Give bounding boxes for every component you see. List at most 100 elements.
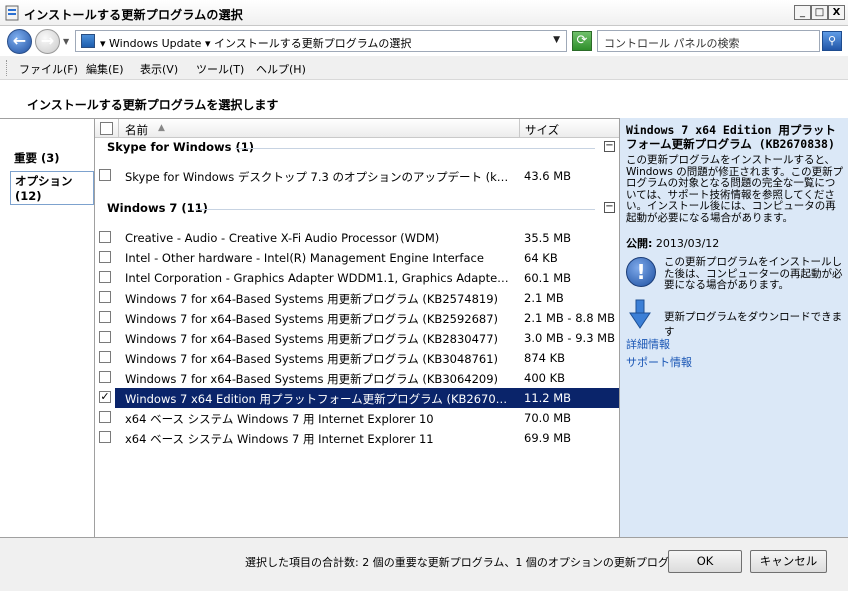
published-date: 2013/03/12: [655, 237, 720, 250]
update-row[interactable]: x64 ベース システム Windows 7 用 Internet Explor…: [99, 428, 619, 448]
update-name: Windows 7 for x64-Based Systems 用更新プログラム…: [125, 332, 499, 346]
back-button[interactable]: ←: [7, 29, 32, 54]
download-arrow-icon: [629, 299, 651, 329]
minimize-button[interactable]: _: [794, 5, 811, 20]
update-row[interactable]: Windows 7 for x64-Based Systems 用更新プログラム…: [99, 288, 619, 308]
update-size: 60.1 MB: [524, 271, 572, 285]
category-panel: 重要 (3) オプション (12): [0, 118, 95, 537]
update-row[interactable]: Windows 7 for x64-Based Systems 用更新プログラム…: [99, 308, 619, 328]
update-name: Creative - Audio - Creative X-Fi Audio P…: [125, 231, 440, 245]
column-name[interactable]: 名前: [125, 122, 148, 138]
footer-bar: 選択した項目の合計数: 2 個の重要な更新プログラム、1 個のオプションの更新プ…: [0, 537, 848, 591]
window-title: インストールする更新プログラムの選択: [24, 8, 244, 22]
update-checkbox[interactable]: [99, 251, 111, 263]
update-size: 2.1 MB: [524, 291, 564, 305]
update-checkbox-checked[interactable]: ✓: [99, 391, 111, 403]
column-separator: [118, 119, 119, 138]
update-checkbox[interactable]: [99, 169, 111, 181]
update-name: x64 ベース システム Windows 7 用 Internet Explor…: [125, 432, 434, 446]
published-info: 公開: 2013/03/12: [626, 235, 719, 251]
detail-title: Windows 7 x64 Edition 用プラットフォーム更新プログラム (…: [626, 123, 836, 151]
update-checkbox[interactable]: [99, 351, 111, 363]
detail-description: この更新プログラムをインストールすると、Windows の問題が修正されます。こ…: [626, 154, 844, 224]
column-size[interactable]: サイズ: [525, 122, 559, 138]
update-list: 名前 ▲ サイズ Skype for Windows (1) − Skype f…: [95, 118, 619, 537]
address-bar[interactable]: ▾ Windows Update ▾ インストールする更新プログラムの選択 ▼: [75, 30, 567, 52]
search-input[interactable]: コントロール パネルの検索: [597, 30, 820, 52]
search-icon[interactable]: ⚲: [822, 31, 842, 51]
update-checkbox[interactable]: [99, 291, 111, 303]
update-checkbox[interactable]: [99, 311, 111, 323]
menu-edit[interactable]: 編集(E): [86, 61, 124, 77]
download-note: 更新プログラムをダウンロードできます: [664, 311, 843, 338]
selection-summary: 選択した項目の合計数: 2 個の重要な更新プログラム、1 個のオプションの更新プ…: [245, 556, 691, 569]
update-row-selected[interactable]: ✓ Windows 7 x64 Edition 用プラットフォーム更新プログラム…: [99, 388, 619, 408]
update-size: 2.1 MB - 8.8 MB: [524, 311, 615, 325]
sort-ascending-icon: ▲: [158, 123, 165, 133]
ok-button[interactable]: OK: [668, 550, 742, 573]
address-row: ← → ▼ ▾ Windows Update ▾ インストールする更新プログラム…: [0, 26, 848, 56]
update-size: 43.6 MB: [524, 169, 572, 183]
update-row[interactable]: Intel - Other hardware - Intel(R) Manage…: [99, 248, 619, 268]
group-windows7-collapse-button[interactable]: −: [604, 202, 615, 213]
update-size: 35.5 MB: [524, 231, 572, 245]
update-row[interactable]: Intel Corporation - Graphics Adapter WDD…: [99, 268, 619, 288]
update-name: Windows 7 for x64-Based Systems 用更新プログラム…: [125, 312, 499, 326]
update-checkbox[interactable]: [99, 231, 111, 243]
update-size: 3.0 MB - 9.3 MB: [524, 331, 615, 345]
category-important[interactable]: 重要 (3): [14, 150, 60, 166]
update-checkbox[interactable]: [99, 411, 111, 423]
group-skype-collapse-button[interactable]: −: [604, 141, 615, 152]
menu-tools[interactable]: ツール(T): [196, 61, 244, 77]
more-info-link[interactable]: 詳細情報: [626, 336, 670, 352]
menu-help[interactable]: ヘルプ(H): [256, 61, 306, 77]
update-name: Windows 7 for x64-Based Systems 用更新プログラム…: [125, 352, 499, 366]
update-checkbox[interactable]: [99, 271, 111, 283]
update-size: 11.2 MB: [524, 391, 572, 405]
group-skype-title: Skype for Windows (1): [107, 140, 254, 154]
update-checkbox[interactable]: [99, 331, 111, 343]
update-row[interactable]: x64 ベース システム Windows 7 用 Internet Explor…: [99, 408, 619, 428]
update-row[interactable]: Windows 7 for x64-Based Systems 用更新プログラム…: [99, 328, 619, 348]
update-row[interactable]: Skype for Windows デスクトップ 7.3 のオプションのアップデ…: [99, 166, 619, 186]
title-bar: インストールする更新プログラムの選択 _ □ X: [0, 0, 848, 26]
update-name: Intel Corporation - Graphics Adapter WDD…: [125, 271, 513, 285]
update-row[interactable]: Windows 7 for x64-Based Systems 用更新プログラム…: [99, 368, 619, 388]
select-all-checkbox[interactable]: [100, 122, 113, 135]
breadcrumb[interactable]: ▾ Windows Update ▾ インストールする更新プログラムの選択: [100, 35, 411, 51]
update-name: Windows 7 for x64-Based Systems 用更新プログラム…: [125, 292, 499, 306]
nav-history-dropdown-icon[interactable]: ▼: [63, 37, 69, 46]
close-button[interactable]: X: [828, 5, 845, 20]
group-divider: [195, 209, 595, 210]
update-size: 874 KB: [524, 351, 566, 365]
group-divider: [235, 148, 595, 149]
refresh-button[interactable]: ⟳: [572, 31, 592, 51]
menu-view[interactable]: 表示(V): [140, 61, 178, 77]
update-checkbox[interactable]: [99, 431, 111, 443]
page-heading: インストールする更新プログラムを選択します: [27, 98, 279, 112]
group-windows7-title: Windows 7 (11): [107, 201, 208, 215]
maximize-button[interactable]: □: [811, 5, 828, 20]
update-name: Intel - Other hardware - Intel(R) Manage…: [125, 251, 484, 265]
detail-pane: Windows 7 x64 Edition 用プラットフォーム更新プログラム (…: [619, 118, 848, 537]
category-optional[interactable]: オプション (12): [10, 171, 94, 205]
windows-update-icon: [5, 5, 19, 21]
update-row[interactable]: Creative - Audio - Creative X-Fi Audio P…: [99, 228, 619, 248]
update-name: Windows 7 for x64-Based Systems 用更新プログラム…: [125, 372, 499, 386]
control-panel-icon: [81, 34, 95, 48]
published-label: 公開:: [626, 237, 653, 250]
forward-button[interactable]: →: [35, 29, 60, 54]
update-size: 400 KB: [524, 371, 566, 385]
restart-note: この更新プログラムをインストールした後は、コンピューターの再起動が必要になる場合…: [664, 256, 843, 291]
update-row[interactable]: Windows 7 for x64-Based Systems 用更新プログラム…: [99, 348, 619, 368]
menu-file[interactable]: ファイル(F): [19, 61, 78, 77]
support-info-link[interactable]: サポート情報: [626, 354, 692, 370]
menu-bar: ファイル(F) 編集(E) 表示(V) ツール(T) ヘルプ(H): [0, 56, 848, 80]
address-dropdown-icon[interactable]: ▼: [553, 35, 560, 45]
update-size: 64 KB: [524, 251, 558, 265]
cancel-button[interactable]: キャンセル: [750, 550, 827, 573]
update-checkbox[interactable]: [99, 371, 111, 383]
column-header: 名前 ▲ サイズ: [95, 119, 619, 138]
update-name: x64 ベース システム Windows 7 用 Internet Explor…: [125, 412, 434, 426]
update-name: Windows 7 x64 Edition 用プラットフォーム更新プログラム (…: [125, 392, 513, 406]
